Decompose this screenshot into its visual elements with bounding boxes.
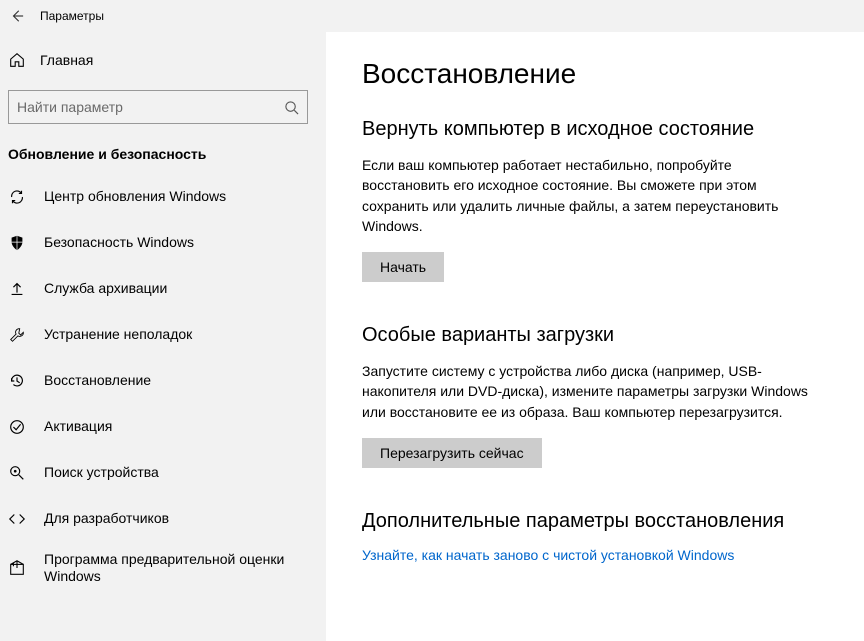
sidebar-item-label: Восстановление bbox=[44, 372, 151, 390]
location-search-icon bbox=[8, 464, 26, 482]
sidebar-home[interactable]: Главная bbox=[0, 40, 326, 80]
section-more-recovery-title: Дополнительные параметры восстановления bbox=[362, 510, 836, 533]
titlebar: Параметры bbox=[0, 0, 864, 32]
sidebar-item-label: Служба архивации bbox=[44, 280, 167, 298]
sidebar-item-backup[interactable]: Служба архивации bbox=[0, 266, 326, 312]
home-icon bbox=[8, 51, 26, 69]
sidebar-item-troubleshoot[interactable]: Устранение неполадок bbox=[0, 312, 326, 358]
sidebar-section-header: Обновление и безопасность bbox=[0, 138, 326, 174]
sidebar-item-label: Безопасность Windows bbox=[44, 234, 194, 252]
page-title: Восстановление bbox=[362, 58, 836, 90]
window-title: Параметры bbox=[40, 9, 104, 23]
sidebar-item-label: Устранение неполадок bbox=[44, 326, 192, 344]
search-icon bbox=[283, 99, 299, 115]
fresh-start-link[interactable]: Узнайте, как начать заново с чистой уста… bbox=[362, 547, 734, 563]
section-reset-desc: Если ваш компьютер работает нестабильно,… bbox=[362, 155, 822, 236]
sidebar-item-find-device[interactable]: Поиск устройства bbox=[0, 450, 326, 496]
section-advanced-startup-desc: Запустите систему с устройства либо диск… bbox=[362, 361, 822, 422]
sidebar-item-insider[interactable]: Программа предварительной оценки Windows bbox=[0, 542, 326, 594]
sync-icon bbox=[8, 188, 26, 206]
package-icon bbox=[8, 559, 26, 577]
sidebar: Главная Обновление и безопасность Центр … bbox=[0, 32, 326, 641]
section-reset-title: Вернуть компьютер в исходное состояние bbox=[362, 118, 836, 141]
search-input[interactable] bbox=[17, 99, 283, 115]
reset-start-button[interactable]: Начать bbox=[362, 252, 444, 282]
back-icon[interactable] bbox=[6, 5, 28, 27]
sidebar-item-windows-update[interactable]: Центр обновления Windows bbox=[0, 174, 326, 220]
sidebar-item-label: Активация bbox=[44, 418, 112, 436]
restart-now-button[interactable]: Перезагрузить сейчас bbox=[362, 438, 542, 468]
history-icon bbox=[8, 372, 26, 390]
shield-icon bbox=[8, 234, 26, 252]
code-icon bbox=[8, 510, 26, 528]
sidebar-item-activation[interactable]: Активация bbox=[0, 404, 326, 450]
section-advanced-startup-title: Особые варианты загрузки bbox=[362, 324, 836, 347]
sidebar-item-label: Программа предварительной оценки Windows bbox=[44, 551, 312, 586]
checkmark-circle-icon bbox=[8, 418, 26, 436]
sidebar-item-recovery[interactable]: Восстановление bbox=[0, 358, 326, 404]
sidebar-home-label: Главная bbox=[40, 52, 93, 68]
wrench-icon bbox=[8, 326, 26, 344]
sidebar-item-windows-security[interactable]: Безопасность Windows bbox=[0, 220, 326, 266]
sidebar-item-developers[interactable]: Для разработчиков bbox=[0, 496, 326, 542]
upload-icon bbox=[8, 280, 26, 298]
sidebar-item-label: Для разработчиков bbox=[44, 510, 169, 528]
sidebar-item-label: Центр обновления Windows bbox=[44, 188, 226, 206]
sidebar-item-label: Поиск устройства bbox=[44, 464, 159, 482]
search-input-container[interactable] bbox=[8, 90, 308, 124]
main-content: Восстановление Вернуть компьютер в исход… bbox=[326, 32, 864, 641]
